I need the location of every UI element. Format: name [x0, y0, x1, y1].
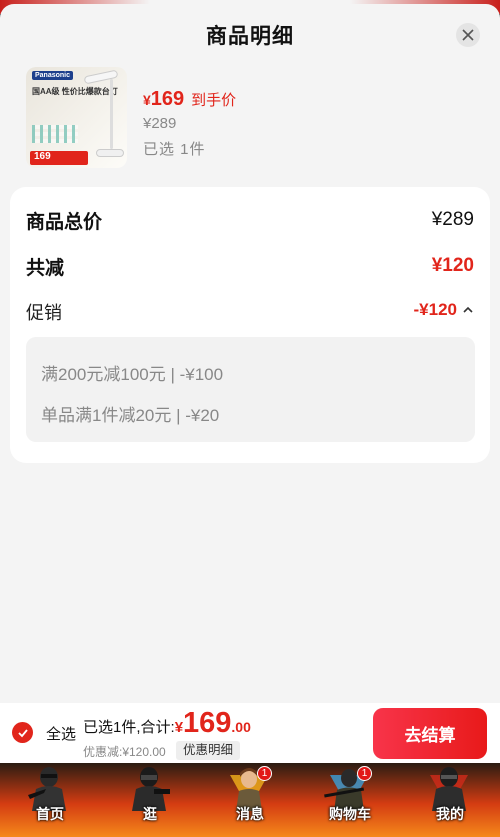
- tab-label: 逛: [143, 806, 157, 822]
- bottom-tab-bar: 首页 逛 1 消息 1 购物车 我的: [0, 763, 500, 837]
- selected-quantity: 已选 1件: [143, 141, 206, 158]
- promo-toggle[interactable]: -¥120: [414, 300, 474, 320]
- select-all-label[interactable]: 全选: [46, 723, 76, 744]
- sheet-title: 商品明细: [206, 25, 294, 48]
- total-integer: 169: [183, 707, 232, 739]
- product-detail-sheet: 商品明细 Panasonic 国AA级 性价比爆款台灯 169 ¥ 169 到手…: [0, 4, 500, 704]
- price-summary-card: 商品总价 ¥289 共减 ¥120 促销 -¥120 满200元减100元 | …: [10, 187, 490, 463]
- select-all-checkbox[interactable]: [12, 722, 33, 743]
- tab-label: 购物车: [329, 806, 371, 822]
- total-label: 商品总价: [26, 212, 103, 233]
- price-label: 到手价: [191, 92, 237, 109]
- promo-label: 促销: [26, 303, 62, 323]
- thumb-feature-grid: [32, 125, 78, 143]
- tab-cart[interactable]: 1 购物车: [300, 763, 400, 837]
- promo-value: -¥120: [413, 300, 457, 319]
- promo-detail-box: 满200元减100元 | -¥100 单品满1件减20元 | -¥20: [26, 337, 475, 442]
- chevron-up-icon: [463, 306, 473, 313]
- thumb-headline: 国AA级 性价比爆款台灯: [32, 87, 118, 96]
- thumb-price-tag: 169: [30, 151, 88, 165]
- checkout-bar: 全选 已选1件,合计: ¥ 169 .00 优惠减:¥120.00 优惠明细 去…: [0, 703, 500, 763]
- thumb-brand: Panasonic: [32, 71, 74, 80]
- price-currency: ¥: [143, 92, 151, 108]
- tab-browse[interactable]: 逛: [100, 763, 200, 837]
- product-thumbnail[interactable]: Panasonic 国AA级 性价比爆款台灯 169: [26, 67, 127, 168]
- reduce-label: 共减: [26, 258, 65, 279]
- discount-text: 优惠减:¥120.00: [83, 745, 166, 759]
- close-button[interactable]: [456, 23, 480, 47]
- price-amount: 169: [150, 88, 185, 110]
- close-icon: [462, 29, 474, 41]
- lamp-base-shape: [96, 149, 124, 157]
- reduce-value: ¥120: [431, 255, 474, 276]
- tab-badge: 1: [257, 766, 272, 781]
- promo-item: 满200元减100元 | -¥100: [41, 365, 224, 384]
- original-price: ¥289: [143, 115, 177, 132]
- promo-item: 单品满1件减20元 | -¥20: [41, 406, 220, 425]
- total-value: ¥289: [431, 209, 474, 230]
- total-decimal: .00: [231, 719, 251, 735]
- order-total: 已选1件,合计: ¥ 169 .00: [83, 707, 251, 740]
- thumb-price-text: 169: [34, 151, 51, 162]
- checkout-button[interactable]: 去结算: [373, 708, 487, 759]
- checkmark-icon: [17, 728, 28, 737]
- total-currency: ¥: [174, 719, 184, 736]
- lamp-pole-shape: [110, 79, 113, 149]
- final-price: ¥ 169 到手价: [143, 88, 236, 111]
- discount-detail-button[interactable]: 优惠明细: [176, 741, 241, 760]
- tab-messages[interactable]: 1 消息: [200, 763, 300, 837]
- tab-home[interactable]: 首页: [0, 763, 100, 837]
- tab-label: 首页: [36, 806, 64, 822]
- tab-mine[interactable]: 我的: [400, 763, 500, 837]
- tab-label: 消息: [236, 806, 264, 822]
- tab-badge: 1: [357, 766, 372, 781]
- lamp-head-shape: [83, 69, 119, 85]
- tab-label: 我的: [436, 806, 464, 822]
- selected-summary-text: 已选1件,合计:: [83, 719, 175, 736]
